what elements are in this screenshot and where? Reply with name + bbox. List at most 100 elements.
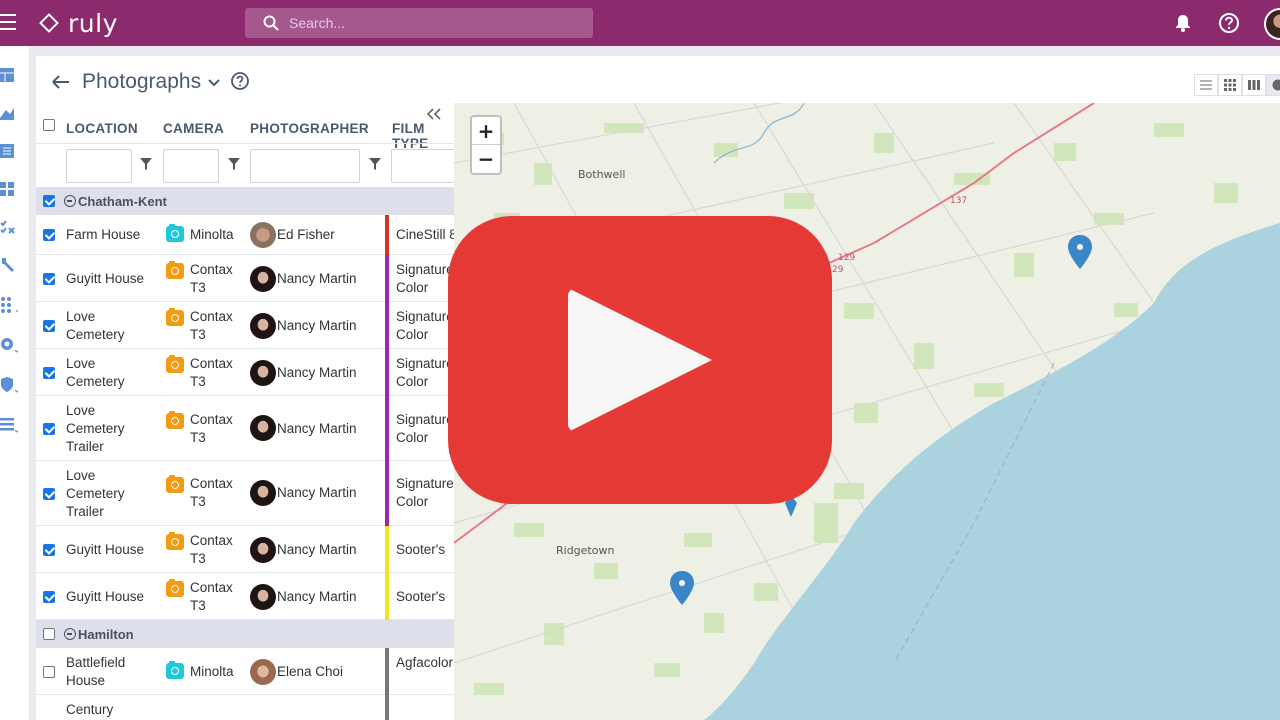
map-label-highway: 29 [832,265,844,275]
logo-text: ruly [68,8,118,38]
row-checkbox[interactable] [43,544,55,556]
map-view-button[interactable] [1266,74,1280,96]
film-color-bar [385,349,389,396]
camera-cell: Contax T3 [190,356,233,389]
collapse-group-icon[interactable] [64,628,76,640]
logo[interactable]: ruly [39,8,118,38]
table-row[interactable]: Love Cemetery Trailer Contax T3 Nancy Ma… [36,461,454,526]
user-avatar[interactable] [1264,8,1280,40]
collapse-panel-icon[interactable] [426,107,442,121]
table-row[interactable]: Guyitt House Contax T3 Nancy Martin Sign… [36,255,454,302]
photographer-cell: Nancy Martin [277,485,357,500]
film-cell: Signature Color [396,262,454,295]
list-view-icon [1200,80,1212,90]
camera-filter-input[interactable] [163,149,219,183]
list-icon[interactable] [0,142,18,160]
zoom-out-button[interactable]: − [472,145,500,173]
wrench-icon[interactable] [0,256,18,274]
location-cell: Guyitt House [66,542,145,557]
group-checkbox[interactable] [43,628,55,640]
photographer-filter-input[interactable] [250,149,360,183]
location-cell: Love Cemetery [66,309,125,342]
chart-icon[interactable] [0,104,18,122]
dashboard-icon[interactable] [0,180,18,198]
shield-icon[interactable] [0,376,18,394]
film-type-filter-input[interactable] [391,149,454,183]
location-cell: Love Cemetery Trailer [66,468,125,519]
column-header-photographer[interactable]: PHOTOGRAPHER [250,121,369,136]
select-all-checkbox[interactable] [43,119,55,131]
play-icon [568,288,712,432]
group-label: Chatham-Kent [78,194,167,209]
filter-icon[interactable] [369,158,381,170]
photographer-cell: Nancy Martin [277,421,357,436]
search-icon [263,15,279,31]
back-arrow-icon[interactable] [51,73,71,91]
apps-icon[interactable] [0,296,18,314]
photographer-cell: Nancy Martin [277,542,357,557]
bell-icon[interactable] [1172,12,1194,34]
menu-icon[interactable] [0,14,18,32]
row-checkbox[interactable] [43,591,55,603]
table-icon[interactable] [0,66,18,84]
photographer-avatar [250,480,276,506]
camera-cell: Contax T3 [190,412,233,445]
group-checkbox[interactable] [43,195,55,207]
checklist-icon[interactable] [0,218,18,236]
filter-icon[interactable] [228,158,240,170]
location-cell: Guyitt House [66,589,145,604]
camera-icon [166,475,184,493]
row-checkbox[interactable] [43,666,55,678]
settings-icon[interactable] [0,336,18,354]
group-row-hamilton[interactable]: Hamilton [36,620,454,648]
location-filter-input[interactable] [66,149,132,183]
camera-cell: Contax T3 [190,262,233,295]
film-cell: Signature Color [396,412,454,445]
zoom-in-button[interactable]: + [472,117,500,145]
chevron-down-icon[interactable] [208,78,220,88]
location-cell: Love Cemetery [66,356,125,389]
video-play-button[interactable] [448,216,832,504]
row-checkbox[interactable] [43,229,55,241]
group-row-chatham-kent[interactable]: Chatham-Kent [36,187,454,215]
location-cell: Century [66,702,114,717]
filter-row [36,143,454,189]
table-row[interactable]: Love Cemetery Contax T3 Nancy Martin Sig… [36,349,454,396]
zoom-control: + − [470,115,502,175]
collapse-group-icon[interactable] [64,195,76,207]
row-checkbox[interactable] [43,273,55,285]
table-row[interactable]: Love Cemetery Trailer Contax T3 Nancy Ma… [36,396,454,461]
map-pin-icon[interactable] [670,571,694,605]
photographer-cell: Nancy Martin [277,365,357,380]
row-checkbox[interactable] [43,488,55,500]
map-pin-icon[interactable] [1068,235,1092,269]
table-row[interactable]: Century [36,695,454,720]
table-row[interactable]: Guyitt House Contax T3 Nancy Martin Soot… [36,573,454,620]
table-row[interactable]: Love Cemetery Contax T3 Nancy Martin Sig… [36,302,454,349]
row-checkbox[interactable] [43,367,55,379]
search-bar[interactable] [245,8,593,38]
page-title[interactable]: Photographs [82,70,201,94]
help-circle-icon[interactable] [230,71,250,91]
filter-icon[interactable] [140,158,152,170]
table-row[interactable]: Farm House Minolta Ed Fisher CineStill 8 [36,215,454,255]
photographer-avatar [250,415,276,441]
list-view-button[interactable] [1194,74,1218,96]
camera-icon [166,661,184,679]
row-checkbox[interactable] [43,320,55,332]
table-row[interactable]: Guyitt House Contax T3 Nancy Martin Soot… [36,526,454,573]
row-checkbox[interactable] [43,423,55,435]
photographer-avatar [250,313,276,339]
film-color-bar [385,526,389,573]
table-row[interactable]: Battlefield House Minolta Elena Choi Agf… [36,648,454,695]
column-header-location[interactable]: LOCATION [66,121,138,136]
column-header-camera[interactable]: CAMERA [163,121,224,136]
film-cell: Sooter's [396,542,446,557]
kanban-view-button[interactable] [1242,74,1266,96]
help-icon[interactable] [1218,12,1240,34]
menu-list-icon[interactable] [0,416,18,434]
grid-view-button[interactable] [1218,74,1242,96]
search-input[interactable] [289,15,569,31]
camera-cell: Contax T3 [190,580,233,613]
map-label-bothwell: Bothwell [578,168,626,181]
